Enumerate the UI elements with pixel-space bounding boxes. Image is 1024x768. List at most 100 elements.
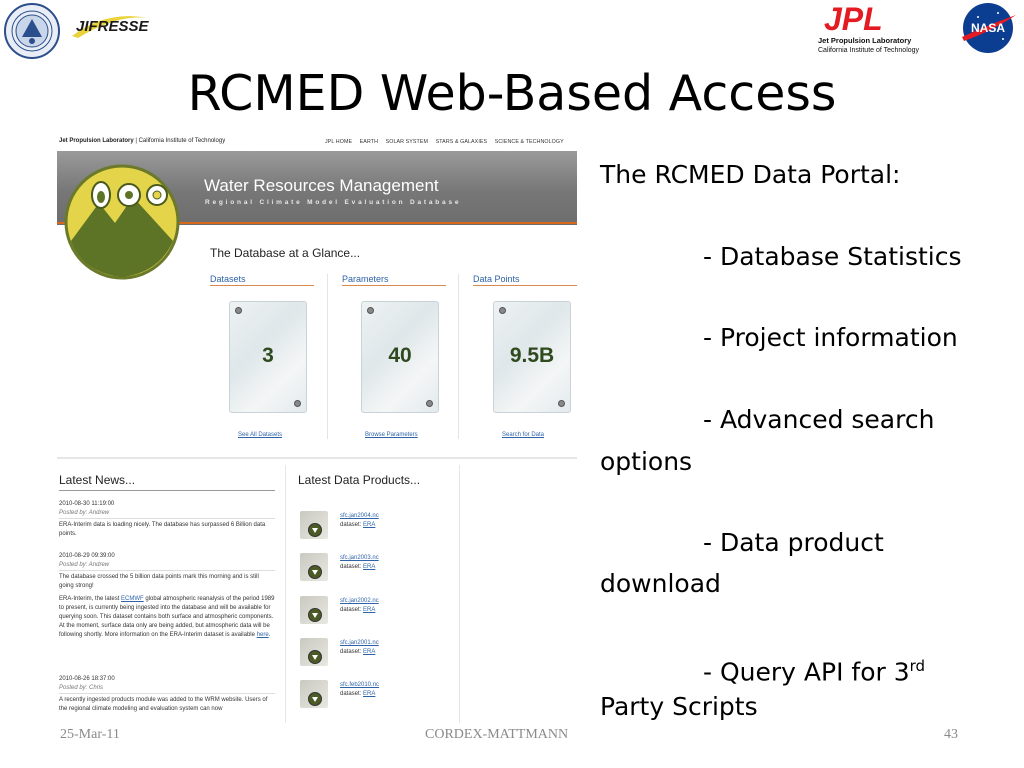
nav-link-solar-system[interactable]: SOLAR SYSTEM — [386, 139, 428, 145]
dataset-link[interactable]: ERA — [363, 564, 375, 570]
dataset-label: dataset: — [340, 649, 362, 655]
stat-rule — [473, 285, 577, 286]
news-entry: 2010-08-26 18:37:00 Posted by: Chris A r… — [59, 675, 275, 714]
jifresse-logo: JIFRESSE — [66, 4, 152, 44]
dataset-link[interactable]: ERA — [363, 649, 375, 655]
product-thumbnail[interactable] — [300, 680, 328, 708]
product-thumbnail[interactable] — [300, 553, 328, 581]
product-name-link[interactable]: sfc.feb2010.nc — [340, 682, 379, 688]
ecmwf-link[interactable]: ECMWF — [121, 596, 144, 602]
news-entry: 2010-08-29 09:39:00 Posted by: Andrew Th… — [59, 552, 275, 640]
product-dataset: dataset: ERA — [340, 564, 375, 570]
jpl-org-line: Jet Propulsion Laboratory | California I… — [59, 138, 225, 144]
bullet-query-api-text: - Query API for 3 — [703, 657, 910, 687]
news-date: 2010-08-30 11:19:00 — [59, 501, 115, 507]
svg-text:Jet Propulsion Laboratory: Jet Propulsion Laboratory — [818, 36, 912, 45]
news-body-text: ERA-Interim, the latest — [59, 596, 122, 602]
svg-text:JIFRESSE: JIFRESSE — [76, 18, 150, 35]
product-name-link[interactable]: sfc.jan2003.nc — [340, 555, 379, 561]
news-body: The database crossed the 5 billion data … — [59, 574, 259, 589]
bullet-advanced-search-cont: options — [600, 447, 693, 476]
stat-value-data-points: 9.5B — [509, 344, 555, 367]
bullet-query-api: - Query API for 3rd — [703, 646, 925, 692]
download-icon[interactable] — [308, 523, 322, 537]
products-heading: Latest Data Products... — [298, 473, 421, 487]
stat-value-parameters: 40 — [388, 344, 412, 367]
pin-icon — [426, 400, 433, 407]
caltech-org-name: | California Institute of Technology — [135, 138, 226, 144]
product-name-link[interactable]: sfc.jan2001.nc — [340, 640, 379, 646]
bullet-data-product: - Data product — [703, 528, 884, 557]
column-separator — [458, 274, 459, 439]
bullet-database-statistics: - Database Statistics — [703, 242, 962, 271]
product-dataset: dataset: ERA — [340, 607, 375, 613]
product-name-link[interactable]: sfc.jan2002.nc — [340, 598, 379, 604]
rcmed-website-screenshot: Jet Propulsion Laboratory | California I… — [57, 133, 577, 723]
wrm-emblem-icon — [64, 164, 180, 280]
banner-subtitle: Regional Climate Model Evaluation Databa… — [205, 199, 462, 206]
top-nav-links: JPL HOME EARTH SOLAR SYSTEM STARS & GALA… — [325, 139, 570, 145]
stat-card-parameters: 40 — [361, 301, 439, 413]
download-icon[interactable] — [308, 608, 322, 622]
stat-rule — [210, 285, 314, 286]
column-separator — [327, 274, 328, 439]
dataset-label: dataset: — [340, 564, 362, 570]
svg-text:JPL: JPL — [824, 2, 883, 37]
jpl-top-nav: Jet Propulsion Laboratory | California I… — [57, 133, 577, 151]
nav-link-stars-galaxies[interactable]: STARS & GALAXIES — [436, 139, 488, 145]
product-thumbnail[interactable] — [300, 511, 328, 539]
stat-value-datasets: 3 — [262, 344, 274, 367]
download-icon[interactable] — [308, 565, 322, 579]
news-poster: Posted by: Chris — [59, 684, 275, 694]
product-name-link[interactable]: sfc.jan2004.nc — [340, 513, 379, 519]
footer-date: 25-Mar-11 — [60, 727, 120, 742]
news-body-text: global atmospheric reanalysis of the per… — [59, 596, 275, 638]
link-search-for-data[interactable]: Search for Data — [502, 432, 544, 438]
section-divider — [57, 457, 577, 459]
slide-title: RCMED Web-Based Access — [187, 65, 837, 122]
stat-label-data-points: Data Points — [473, 274, 520, 284]
portal-heading: The RCMED Data Portal: — [600, 160, 901, 189]
nav-link-earth[interactable]: EARTH — [360, 139, 378, 145]
dataset-label: dataset: — [340, 522, 362, 528]
product-thumbnail[interactable] — [300, 596, 328, 624]
jpl-logo: JPL Jet Propulsion Laboratory California… — [816, 1, 938, 56]
nav-link-jpl-home[interactable]: JPL HOME — [325, 139, 352, 145]
column-divider — [285, 465, 286, 723]
jpl-org-name[interactable]: Jet Propulsion Laboratory — [59, 138, 134, 144]
bullet-advanced-search: - Advanced search — [703, 405, 935, 434]
column-divider — [459, 465, 460, 723]
stat-card-data-points: 9.5B — [493, 301, 571, 413]
dataset-link[interactable]: ERA — [363, 691, 375, 697]
glance-heading: The Database at a Glance... — [210, 246, 361, 260]
dataset-link[interactable]: ERA — [363, 607, 375, 613]
nasa-meatball-logo: NASA — [958, 1, 1018, 55]
download-icon[interactable] — [308, 692, 322, 706]
news-heading: Latest News... — [59, 473, 136, 487]
dataset-label: dataset: — [340, 607, 362, 613]
pin-icon — [294, 400, 301, 407]
bullet-data-product-cont: download — [600, 569, 721, 598]
product-dataset: dataset: ERA — [340, 649, 375, 655]
banner-title: Water Resources Management — [204, 176, 439, 195]
download-icon[interactable] — [308, 650, 322, 664]
ordinal-suffix: rd — [909, 657, 926, 675]
news-body: ERA-Interim, the latest ECMWF global atm… — [59, 595, 275, 640]
era-interim-here-link[interactable]: here — [257, 632, 269, 638]
stat-label-parameters: Parameters — [342, 274, 389, 284]
product-dataset: dataset: ERA — [340, 522, 375, 528]
dataset-link[interactable]: ERA — [363, 522, 375, 528]
product-item: sfc.jan2004.nc dataset: ERA — [300, 511, 450, 543]
news-poster: Posted by: Andrew — [59, 561, 275, 571]
news-body: A recently ingested products module was … — [59, 697, 268, 712]
news-body-text: . — [268, 632, 271, 638]
footer-presenter: CORDEX-MATTMANN — [425, 727, 569, 742]
news-body: ERA-Interim data is loading nicely. The … — [59, 522, 266, 537]
product-thumbnail[interactable] — [300, 638, 328, 666]
bullet-query-api-cont: Party Scripts — [600, 692, 758, 721]
product-item: sfc.jan2003.nc dataset: ERA — [300, 553, 450, 585]
link-see-all-datasets[interactable]: See All Datasets — [238, 432, 282, 438]
link-browse-parameters[interactable]: Browse Parameters — [365, 432, 418, 438]
nav-link-science-technology[interactable]: SCIENCE & TECHNOLOGY — [495, 139, 564, 145]
pin-icon — [558, 400, 565, 407]
